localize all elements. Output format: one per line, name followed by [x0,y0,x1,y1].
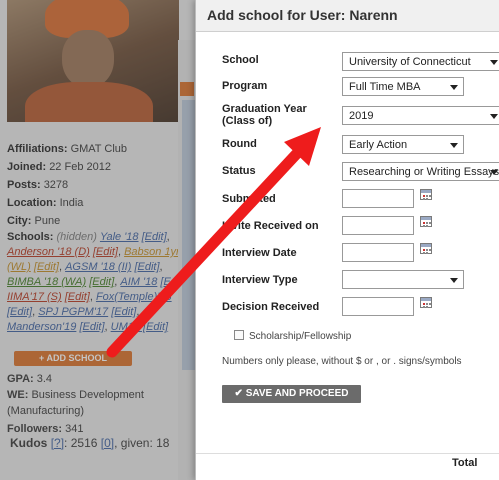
submitted-date-input[interactable] [342,189,414,208]
interview-type-select[interactable] [342,270,464,289]
submitted-label: Submitted [222,193,276,205]
interview-date-label: Interview Date [222,247,297,259]
interview-type-label: Interview Type [222,274,298,286]
chevron-down-icon [450,278,458,283]
scholarship-label: Scholarship/Fellowship [249,331,352,342]
calendar-icon[interactable] [420,216,432,227]
round-label: Round [222,138,257,150]
school-select[interactable]: University of Connecticut [342,52,499,71]
decision-received-label: Decision Received [222,301,320,313]
numbers-note: Numbers only please, without $ or , or .… [222,356,462,367]
calendar-icon[interactable] [420,189,432,200]
scholarship-checkbox[interactable] [234,330,244,340]
chevron-down-icon [450,85,458,90]
program-select[interactable]: Full Time MBA [342,77,464,96]
chevron-down-icon [490,60,498,65]
chevron-down-icon [490,114,498,119]
save-and-proceed-button[interactable]: ✔ SAVE AND PROCEED [222,385,361,403]
program-label: Program [222,80,268,92]
interview-date-input[interactable] [342,243,414,262]
save-button-label: SAVE AND PROCEED [245,388,349,399]
invite-received-date-input[interactable] [342,216,414,235]
calendar-icon[interactable] [420,297,432,308]
graduation-year-select[interactable]: 2019 [342,106,499,125]
scholarship-checkbox-row[interactable]: Scholarship/Fellowship [234,330,351,342]
graduation-year-label: Graduation Year (Class of) [222,103,307,127]
chevron-down-icon [490,170,498,175]
check-icon: ✔ [234,388,243,399]
status-label: Status [222,165,256,177]
invite-received-label: Invite Received on [222,220,319,232]
modal-title: Add school for User: Narenn [196,0,499,32]
divider [196,453,499,454]
modal-overlay[interactable] [0,0,200,480]
calendar-icon[interactable] [420,243,432,254]
school-label: School [222,54,259,66]
status-select[interactable]: Researching or Writing Essays [342,162,499,181]
decision-received-date-input[interactable] [342,297,414,316]
chevron-down-icon [450,143,458,148]
round-select[interactable]: Early Action [342,135,464,154]
add-school-modal: Add school for User: Narenn School Unive… [195,0,499,480]
total-label: Total [452,457,478,469]
